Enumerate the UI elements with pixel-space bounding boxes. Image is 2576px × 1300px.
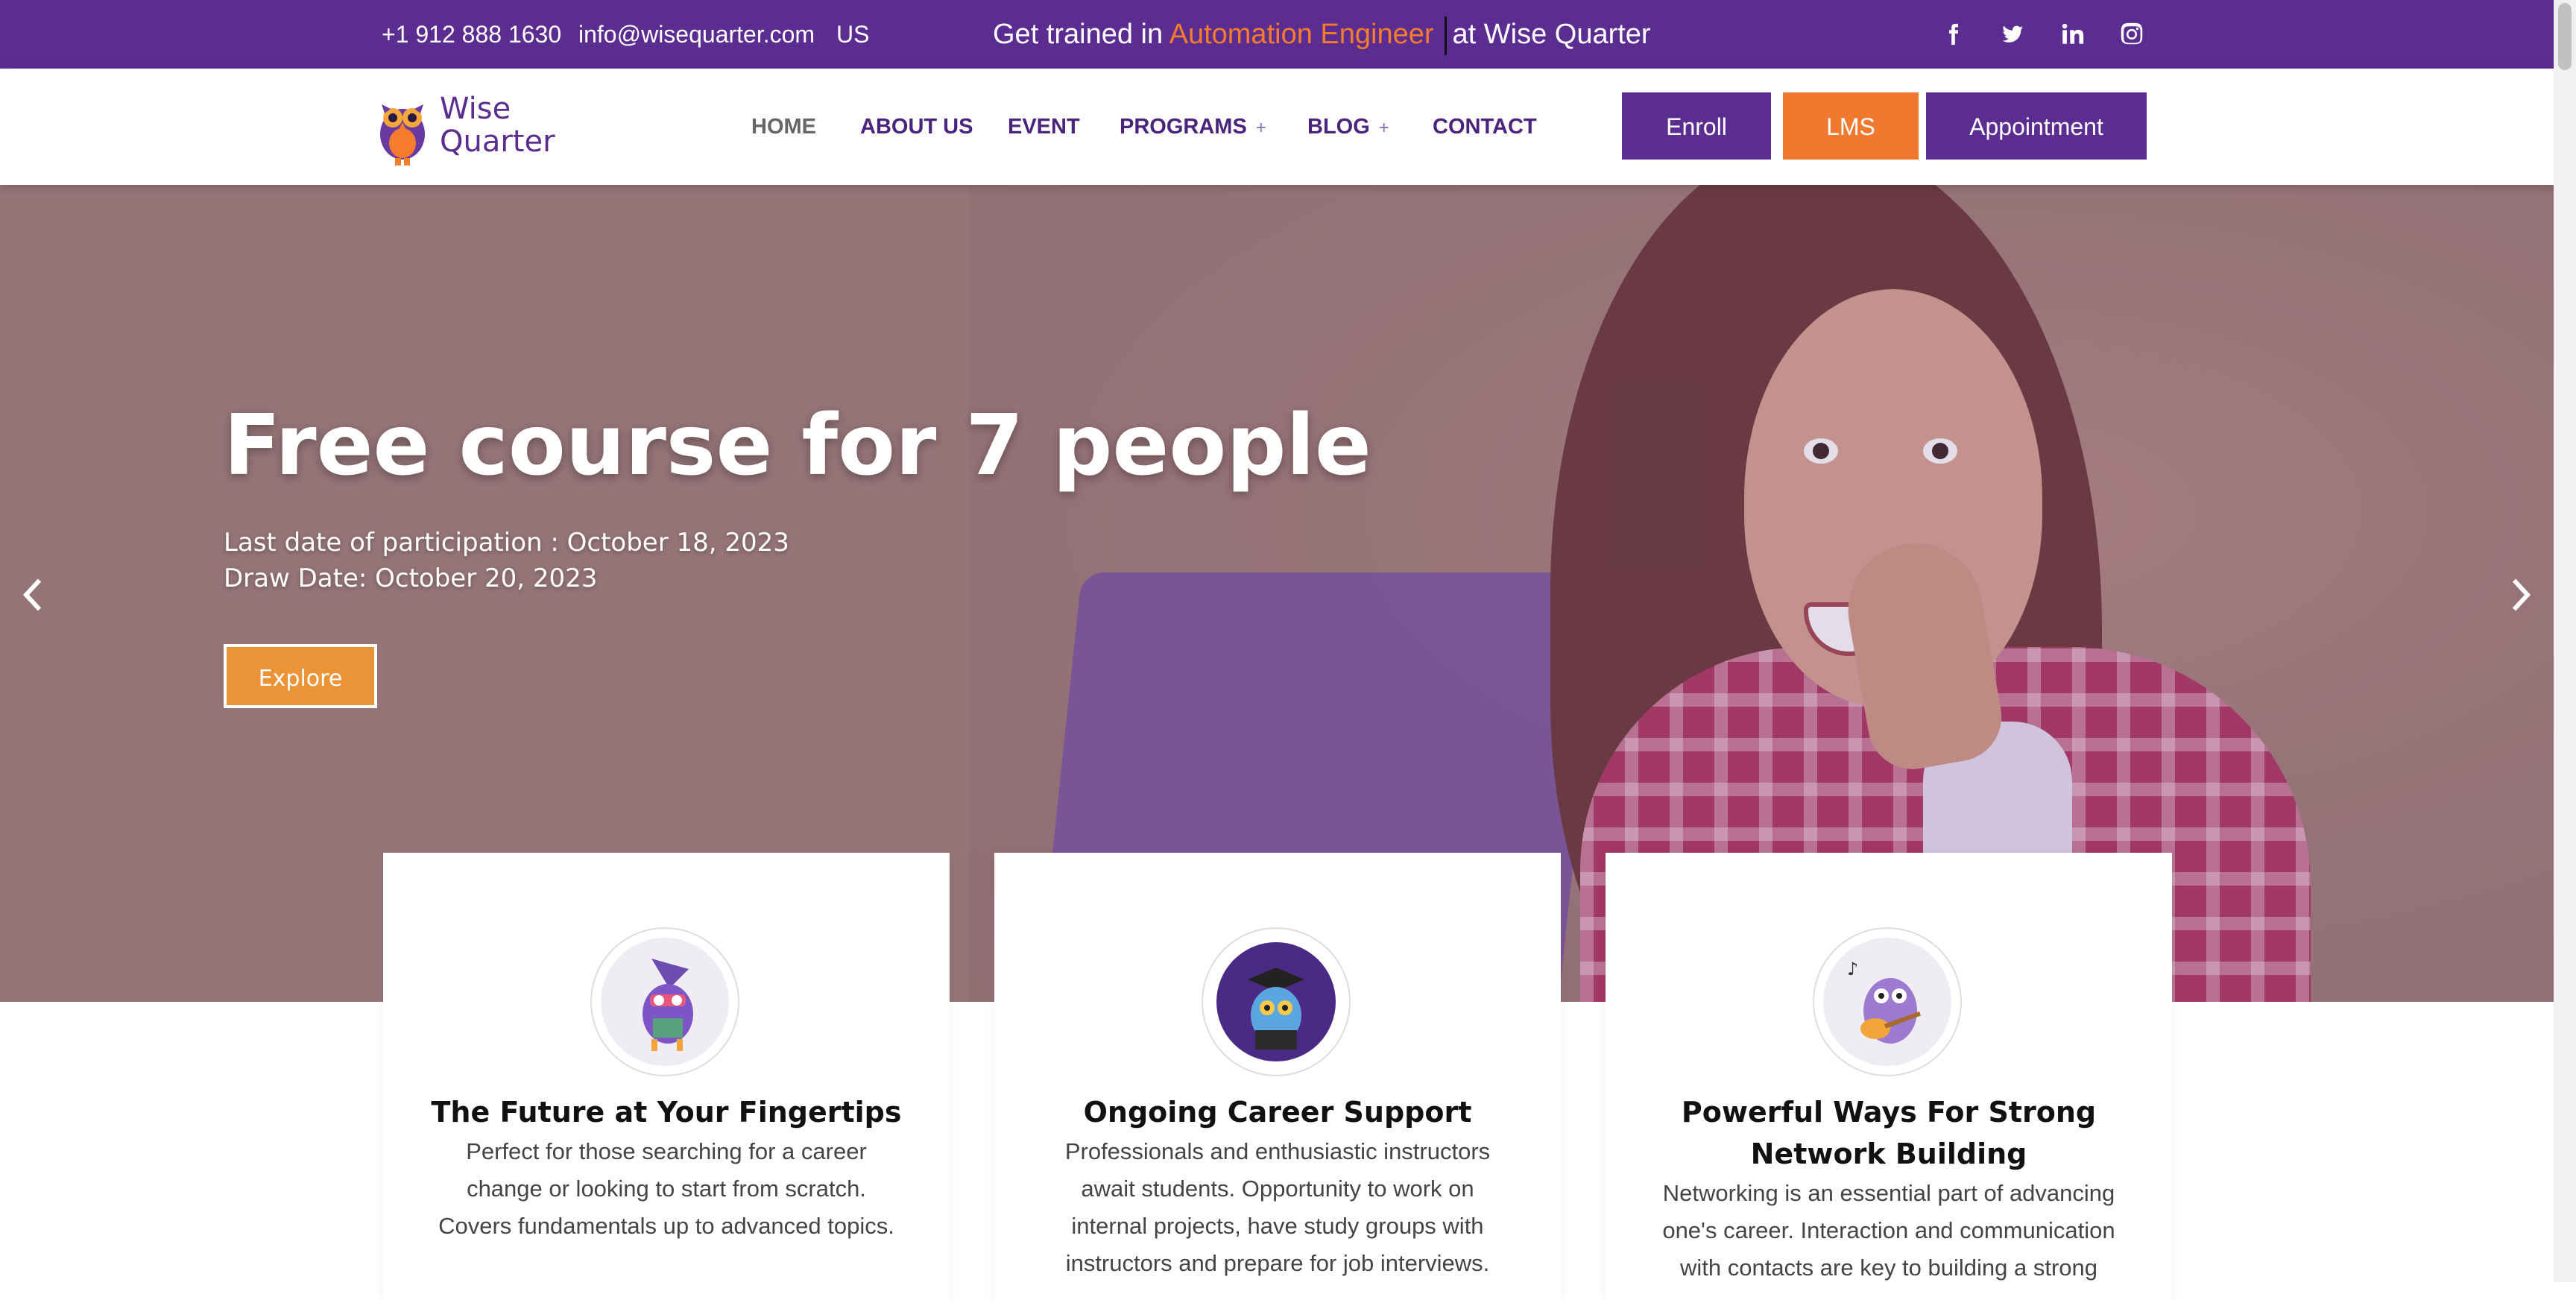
wizard-owl-icon	[590, 927, 739, 1076]
instagram-icon[interactable]	[2115, 18, 2148, 51]
card-text: Professionals and enthusiastic instructo…	[1064, 1138, 1491, 1276]
card-title: Powerful Ways For Strong Network Buildin…	[1681, 1096, 2097, 1170]
hero-title: Free course for 7 people	[224, 397, 1371, 494]
nav-event[interactable]: EVENT	[1008, 69, 1080, 185]
email-link[interactable]: info@wisequarter.com	[578, 0, 815, 69]
promo-highlight: Automation Engineer	[1169, 19, 1434, 50]
typing-cursor	[1444, 16, 1447, 55]
owl-logo-icon	[380, 104, 425, 165]
logo-line-2: Quarter	[440, 124, 555, 159]
main-header: Wise Quarter HOME ABOUT US EVENT PROGRAM…	[0, 69, 2576, 185]
nav-contact[interactable]: CONTACT	[1433, 69, 1537, 185]
twitter-icon[interactable]	[1996, 18, 2029, 51]
feature-card: The Future at Your Fingertips Perfect fo…	[383, 853, 950, 1300]
nav-blog[interactable]: BLOG +	[1307, 69, 1389, 185]
prev-slide-arrow-icon[interactable]	[10, 565, 55, 625]
plus-icon: +	[1378, 118, 1389, 138]
draw-date: Draw Date: October 20, 2023	[224, 564, 598, 593]
card-text: Networking is an essential part of advan…	[1662, 1180, 2115, 1281]
participation-date: Last date of participation : October 18,…	[224, 528, 789, 558]
logo-line-1: Wise	[440, 92, 511, 126]
logo-text: Wise Quarter	[440, 92, 555, 158]
card-title: Ongoing Career Support	[1083, 1096, 1472, 1129]
phone-number[interactable]: +1 912 888 1630	[382, 0, 561, 69]
linkedin-icon[interactable]	[2056, 18, 2089, 51]
nav-about-us[interactable]: ABOUT US	[860, 69, 973, 185]
enroll-button[interactable]: Enroll	[1622, 92, 1771, 160]
graduate-owl-icon	[1202, 927, 1351, 1076]
nav-programs-label: PROGRAMS	[1120, 115, 1247, 139]
promo-prefix: Get trained in	[993, 19, 1164, 50]
feature-card: Ongoing Career Support Professionals and…	[994, 853, 1561, 1300]
appointment-button[interactable]: Appointment	[1926, 92, 2147, 160]
facebook-icon[interactable]	[1936, 18, 1969, 51]
top-bar: +1 912 888 1630 info@wisequarter.com US …	[0, 0, 2576, 69]
nav-home[interactable]: HOME	[751, 69, 816, 185]
page-scrollbar[interactable]	[2554, 0, 2576, 1282]
plus-icon: +	[1255, 118, 1266, 138]
promo-suffix: at Wise Quarter	[1452, 19, 1651, 50]
card-title: The Future at Your Fingertips	[431, 1096, 902, 1129]
feature-card: ♪ Powerful Ways For Strong Network Build…	[1606, 853, 2172, 1300]
svg-text:♪: ♪	[1847, 959, 1858, 979]
next-slide-arrow-icon[interactable]	[2498, 565, 2543, 625]
card-text: Perfect for those searching for a career…	[438, 1138, 894, 1239]
nav-blog-label: BLOG	[1307, 115, 1370, 139]
region-selector[interactable]: US	[836, 0, 869, 69]
logo[interactable]: Wise Quarter	[368, 88, 562, 165]
lms-button[interactable]: LMS	[1783, 92, 1919, 160]
scrollbar-thumb[interactable]	[2558, 3, 2572, 70]
nav-programs[interactable]: PROGRAMS +	[1120, 69, 1266, 185]
guitar-owl-icon: ♪	[1813, 927, 1962, 1076]
explore-button[interactable]: Explore	[224, 644, 377, 708]
promo-banner: Get trained in Automation Engineer at Wis…	[993, 0, 1651, 69]
